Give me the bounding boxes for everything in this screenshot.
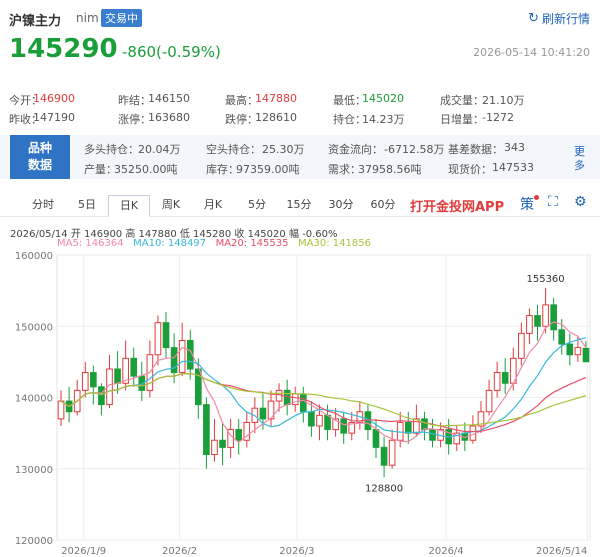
candle-body: [259, 407, 267, 420]
y-tick-label: 160000: [15, 251, 53, 262]
candle-body: [308, 411, 315, 427]
candle-body: [372, 429, 380, 448]
candle-body: [235, 429, 243, 441]
candle-body: [90, 372, 97, 388]
candle-body: [388, 439, 396, 466]
candle-body: [154, 322, 162, 356]
candle-body: [299, 393, 307, 413]
candle-body: [404, 421, 412, 434]
candle-body: [316, 414, 323, 427]
candle-body: [558, 329, 566, 345]
candle-body: [485, 389, 493, 413]
extreme-label: 128800: [365, 483, 403, 494]
candle-body: [493, 372, 501, 391]
candle-body: [162, 322, 170, 349]
candle-body: [324, 414, 331, 431]
candle-body: [429, 429, 436, 441]
candle-body: [211, 439, 218, 455]
candle-body: [57, 400, 65, 420]
x-tick-label: 2026/2: [162, 546, 197, 557]
extreme-label: 155360: [526, 274, 564, 285]
candle-body: [275, 389, 283, 402]
candle-body: [582, 347, 590, 363]
y-tick-label: 130000: [15, 465, 53, 476]
candle-body: [81, 372, 89, 391]
y-tick-label: 120000: [15, 536, 53, 547]
candle-body: [130, 357, 138, 377]
candle-body: [542, 304, 549, 327]
candle-body: [203, 404, 210, 455]
candle-body: [501, 372, 509, 384]
candle-body: [340, 418, 348, 434]
candle-body: [219, 439, 226, 448]
candle-body: [114, 368, 121, 384]
candle-body: [518, 332, 525, 359]
candle-body: [550, 304, 557, 331]
candle-body: [534, 315, 541, 327]
x-tick-label: 2026/4: [428, 546, 463, 557]
candle-body: [421, 418, 428, 431]
candle-body: [574, 347, 582, 356]
candle-body: [566, 343, 574, 356]
candle-body: [380, 446, 388, 466]
x-tick-label: 2026/3: [279, 546, 314, 557]
y-tick-label: 140000: [15, 394, 53, 405]
x-tick-label: 2026/1/9: [61, 546, 106, 557]
candle-body: [178, 340, 186, 374]
kline-chart: 160000 150000 140000 130000 120000 2026/1/9 20…: [15, 251, 591, 557]
candle-body: [98, 386, 105, 406]
candle-body: [526, 315, 533, 334]
x-tick-label: 2026/5/14: [536, 546, 587, 557]
y-tick-label: 150000: [15, 322, 53, 333]
